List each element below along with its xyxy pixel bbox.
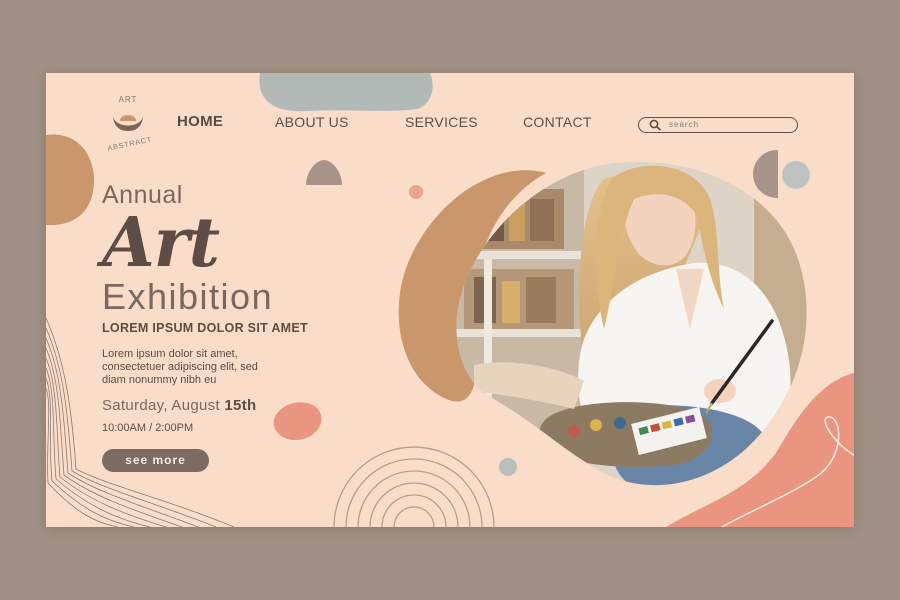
nav-services[interactable]: SERVICES xyxy=(405,114,478,130)
description-line: diam nonummy nibh eu xyxy=(102,374,217,386)
description-line: Lorem ipsum dolor sit amet, xyxy=(102,348,238,360)
tan-semicircle-left xyxy=(46,134,94,226)
coral-blob-small xyxy=(273,402,322,441)
hero-title-art: Art xyxy=(102,203,220,283)
logo-top-text: ART xyxy=(118,95,138,104)
dome-shape xyxy=(306,160,342,186)
artist-photo xyxy=(456,161,807,486)
hero-exhibition: Exhibition xyxy=(102,276,274,317)
logo-mark-icon xyxy=(113,115,143,131)
grey-blob-top xyxy=(259,73,433,112)
nav-about-us[interactable]: ABOUT US xyxy=(275,114,349,130)
date-prefix: Saturday, August xyxy=(102,397,225,414)
dome-gap xyxy=(304,185,344,188)
landing-page: ART ABSTRACT HOME ABOUT US SERVICES CONT… xyxy=(46,73,854,527)
description-line: consectetuer adipiscing elit, sed xyxy=(102,361,258,373)
nav-home[interactable]: HOME xyxy=(177,113,223,130)
event-date: Saturday, August 15th xyxy=(102,397,256,414)
search-icon xyxy=(649,119,662,131)
hero-description: Lorem ipsum dolor sit amet, consectetuer… xyxy=(102,348,302,387)
brand-logo[interactable]: ART ABSTRACT xyxy=(102,95,154,157)
nav-contact[interactable]: CONTACT xyxy=(523,114,592,130)
hero-subheading: LOREM IPSUM DOLOR SIT AMET xyxy=(102,321,308,335)
search-bar[interactable] xyxy=(638,117,798,133)
see-more-button[interactable]: see more xyxy=(102,449,209,472)
coral-dot xyxy=(409,185,423,199)
event-time: 10:00AM / 2:00PM xyxy=(102,422,194,434)
search-input[interactable] xyxy=(669,117,789,131)
date-day: 15th xyxy=(224,397,257,414)
